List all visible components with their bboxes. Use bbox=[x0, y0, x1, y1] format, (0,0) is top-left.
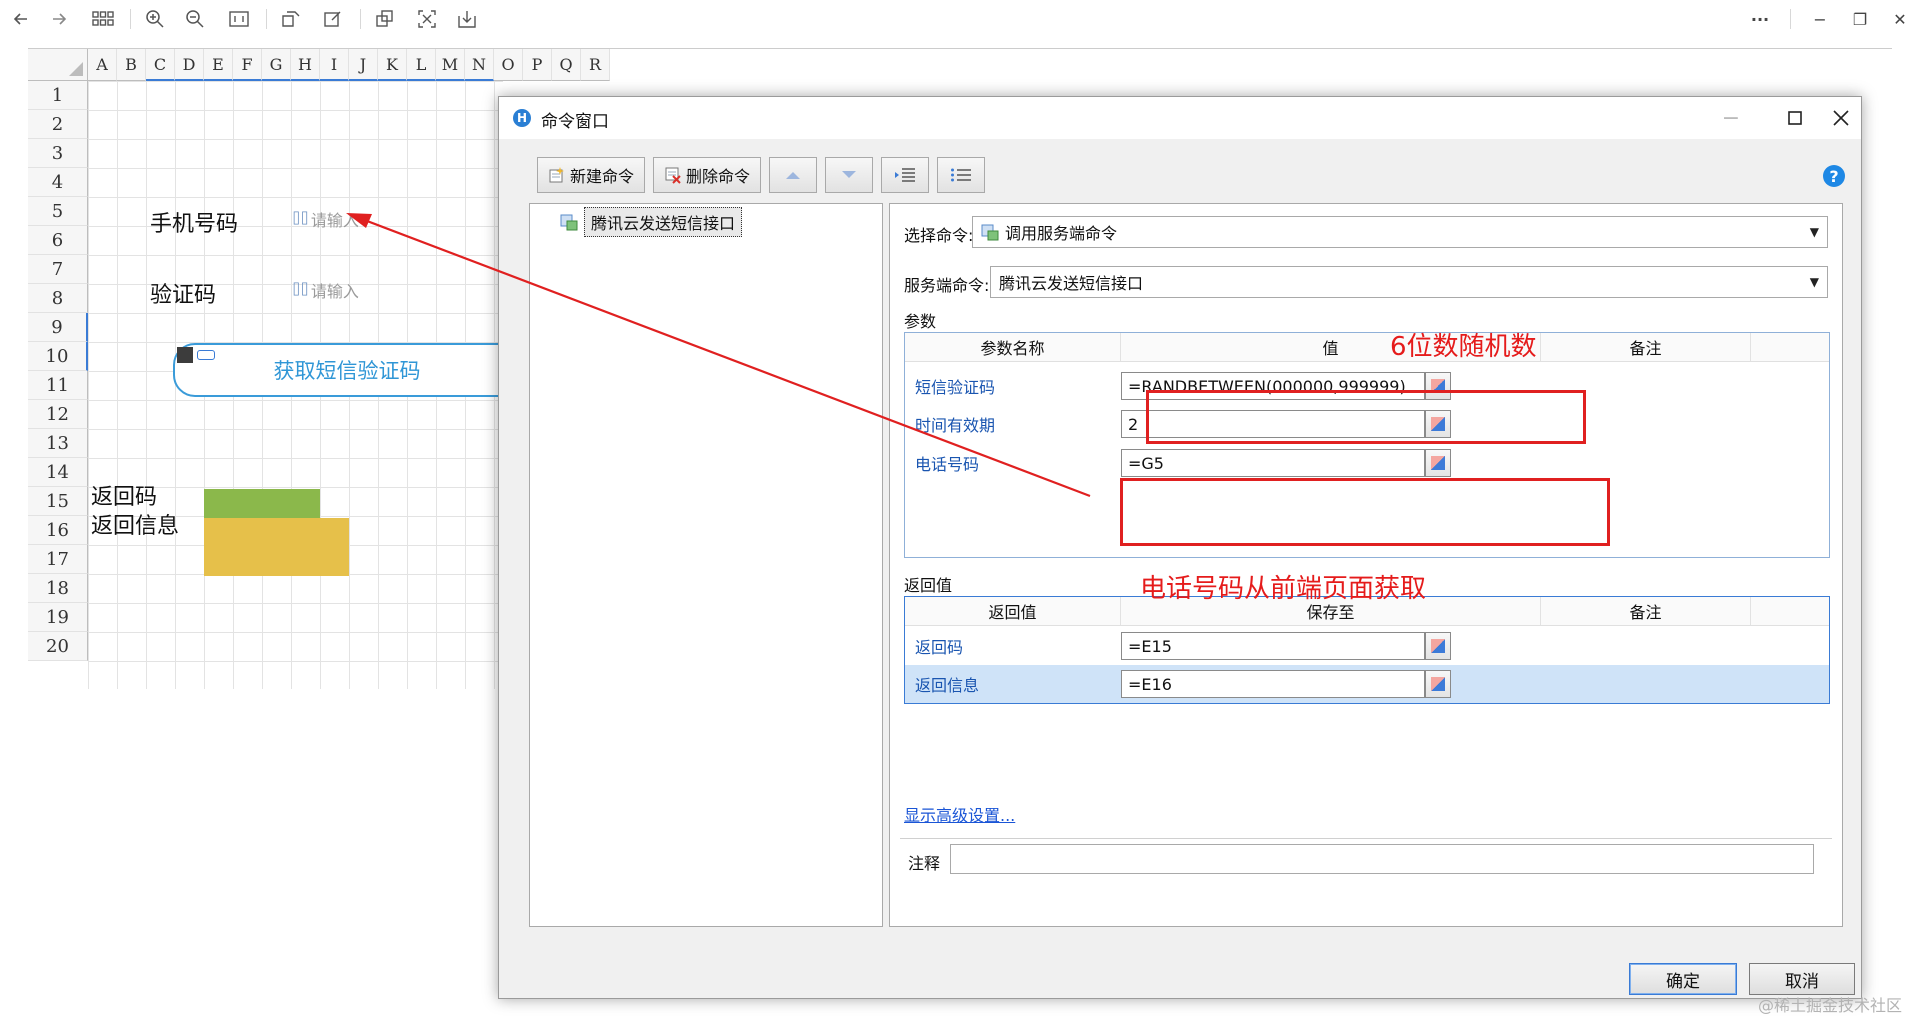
watermark: @稀土掘金技术社区 bbox=[1758, 996, 1903, 1015]
annotation-arrow bbox=[346, 213, 1091, 498]
